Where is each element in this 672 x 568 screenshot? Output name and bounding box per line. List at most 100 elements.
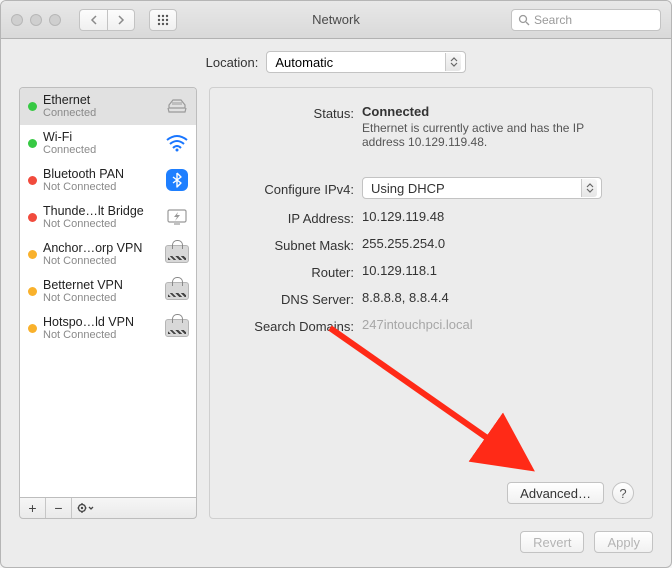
vpn-lock-icon bbox=[164, 280, 190, 302]
status-dot-icon bbox=[28, 287, 37, 296]
configure-label: Configure IPv4: bbox=[228, 180, 362, 197]
remove-service-button[interactable]: − bbox=[46, 498, 72, 518]
sidebar-item-thunderbolt[interactable]: Thunde…lt Bridge Not Connected bbox=[20, 199, 196, 236]
bluetooth-icon bbox=[164, 169, 190, 191]
configure-row: Configure IPv4: Using DHCP bbox=[228, 177, 634, 199]
subnet-label: Subnet Mask: bbox=[228, 236, 362, 253]
location-select[interactable]: Automatic bbox=[266, 51, 466, 73]
sidebar-item-sub: Connected bbox=[43, 144, 158, 156]
advanced-button[interactable]: Advanced… bbox=[507, 482, 604, 504]
status-dot-icon bbox=[28, 324, 37, 333]
sidebar-item-sub: Not Connected bbox=[43, 181, 158, 193]
status-description: Ethernet is currently active and has the… bbox=[362, 121, 602, 149]
subnet-row: Subnet Mask: 255.255.254.0 bbox=[228, 236, 634, 253]
sidebar-item-text: Bluetooth PAN Not Connected bbox=[43, 167, 158, 193]
nav-buttons bbox=[79, 9, 135, 31]
detail-bottom-row: Advanced… ? bbox=[228, 482, 634, 504]
status-dot-icon bbox=[28, 102, 37, 111]
sidebar-item-text: Hotspo…ld VPN Not Connected bbox=[43, 315, 158, 341]
back-button[interactable] bbox=[79, 9, 107, 31]
titlebar: Network bbox=[1, 1, 671, 39]
sidebar-item-sub: Not Connected bbox=[43, 329, 158, 341]
search-domains-row: Search Domains: 247intouchpci.local bbox=[228, 317, 634, 334]
subnet-value: 255.255.254.0 bbox=[362, 236, 634, 251]
status-value: Connected bbox=[362, 104, 634, 119]
sidebar-item-vpn-betternet[interactable]: Betternet VPN Not Connected bbox=[20, 273, 196, 310]
select-stepper-icon bbox=[445, 53, 461, 71]
vpn-lock-icon bbox=[164, 317, 190, 339]
gear-dropdown-icon bbox=[76, 501, 94, 515]
content: Location: Automatic Ethernet Connecte bbox=[1, 39, 671, 567]
sidebar-item-ethernet[interactable]: Ethernet Connected bbox=[20, 88, 196, 125]
service-actions-button[interactable] bbox=[72, 498, 98, 518]
sidebar-item-vpn-hotspot[interactable]: Hotspo…ld VPN Not Connected bbox=[20, 310, 196, 347]
configure-value-block: Using DHCP bbox=[362, 177, 634, 199]
revert-button[interactable]: Revert bbox=[520, 531, 584, 553]
sidebar-item-bluetooth[interactable]: Bluetooth PAN Not Connected bbox=[20, 162, 196, 199]
sidebar-item-text: Ethernet Connected bbox=[43, 93, 158, 119]
help-button[interactable]: ? bbox=[612, 482, 634, 504]
router-value: 10.129.118.1 bbox=[362, 263, 634, 278]
ethernet-icon bbox=[164, 95, 190, 117]
search-domains-label: Search Domains: bbox=[228, 317, 362, 334]
sidebar-toolbar: + − bbox=[19, 497, 197, 519]
router-row: Router: 10.129.118.1 bbox=[228, 263, 634, 280]
traffic-lights bbox=[11, 14, 61, 26]
status-dot-icon bbox=[28, 176, 37, 185]
apply-button[interactable]: Apply bbox=[594, 531, 653, 553]
search-icon bbox=[518, 14, 530, 26]
zoom-button[interactable] bbox=[49, 14, 61, 26]
status-value-block: Connected Ethernet is currently active a… bbox=[362, 104, 634, 149]
sidebar: Ethernet Connected Wi-Fi Connected bbox=[19, 87, 197, 497]
dns-value: 8.8.8.8, 8.8.4.4 bbox=[362, 290, 634, 305]
sidebar-item-text: Anchor…orp VPN Not Connected bbox=[43, 241, 158, 267]
add-service-button[interactable]: + bbox=[20, 498, 46, 518]
dns-row: DNS Server: 8.8.8.8, 8.8.4.4 bbox=[228, 290, 634, 307]
detail-panel: Status: Connected Ethernet is currently … bbox=[209, 87, 653, 519]
location-label: Location: bbox=[206, 55, 259, 70]
sidebar-item-text: Thunde…lt Bridge Not Connected bbox=[43, 204, 158, 230]
show-all-button[interactable] bbox=[149, 9, 177, 31]
select-stepper-icon bbox=[581, 179, 597, 197]
sidebar-item-sub: Not Connected bbox=[43, 218, 158, 230]
sidebar-item-vpn-anchor[interactable]: Anchor…orp VPN Not Connected bbox=[20, 236, 196, 273]
status-label: Status: bbox=[228, 104, 362, 121]
configure-ipv4-select[interactable]: Using DHCP bbox=[362, 177, 602, 199]
location-row: Location: Automatic bbox=[19, 51, 653, 73]
sidebar-item-wifi[interactable]: Wi-Fi Connected bbox=[20, 125, 196, 162]
router-label: Router: bbox=[228, 263, 362, 280]
sidebar-item-name: Anchor…orp VPN bbox=[43, 241, 158, 255]
sidebar-item-name: Bluetooth PAN bbox=[43, 167, 158, 181]
wifi-icon bbox=[164, 132, 190, 154]
sidebar-item-sub: Connected bbox=[43, 107, 158, 119]
search-domains-value: 247intouchpci.local bbox=[362, 317, 634, 332]
sidebar-item-name: Wi-Fi bbox=[43, 130, 158, 144]
main-columns: Ethernet Connected Wi-Fi Connected bbox=[19, 87, 653, 519]
footer: Revert Apply bbox=[19, 531, 653, 553]
forward-button[interactable] bbox=[107, 9, 135, 31]
configure-ipv4-value: Using DHCP bbox=[371, 181, 445, 196]
sidebar-item-name: Ethernet bbox=[43, 93, 158, 107]
ip-label: IP Address: bbox=[228, 209, 362, 226]
sidebar-item-sub: Not Connected bbox=[43, 255, 158, 267]
sidebar-item-name: Betternet VPN bbox=[43, 278, 158, 292]
ip-row: IP Address: 10.129.119.48 bbox=[228, 209, 634, 226]
window-network: Network Location: Automatic bbox=[0, 0, 672, 568]
sidebar-item-text: Wi-Fi Connected bbox=[43, 130, 158, 156]
search-input[interactable] bbox=[534, 13, 672, 27]
ip-value: 10.129.119.48 bbox=[362, 209, 634, 224]
thunderbolt-icon bbox=[164, 206, 190, 228]
vpn-lock-icon bbox=[164, 243, 190, 265]
minimize-button[interactable] bbox=[30, 14, 42, 26]
status-row: Status: Connected Ethernet is currently … bbox=[228, 104, 634, 149]
location-value: Automatic bbox=[275, 55, 333, 70]
sidebar-item-text: Betternet VPN Not Connected bbox=[43, 278, 158, 304]
annotation-arrow-icon bbox=[320, 318, 580, 498]
search-field[interactable] bbox=[511, 9, 661, 31]
close-button[interactable] bbox=[11, 14, 23, 26]
status-dot-icon bbox=[28, 139, 37, 148]
sidebar-item-sub: Not Connected bbox=[43, 292, 158, 304]
dns-label: DNS Server: bbox=[228, 290, 362, 307]
sidebar-item-name: Thunde…lt Bridge bbox=[43, 204, 158, 218]
status-dot-icon bbox=[28, 250, 37, 259]
